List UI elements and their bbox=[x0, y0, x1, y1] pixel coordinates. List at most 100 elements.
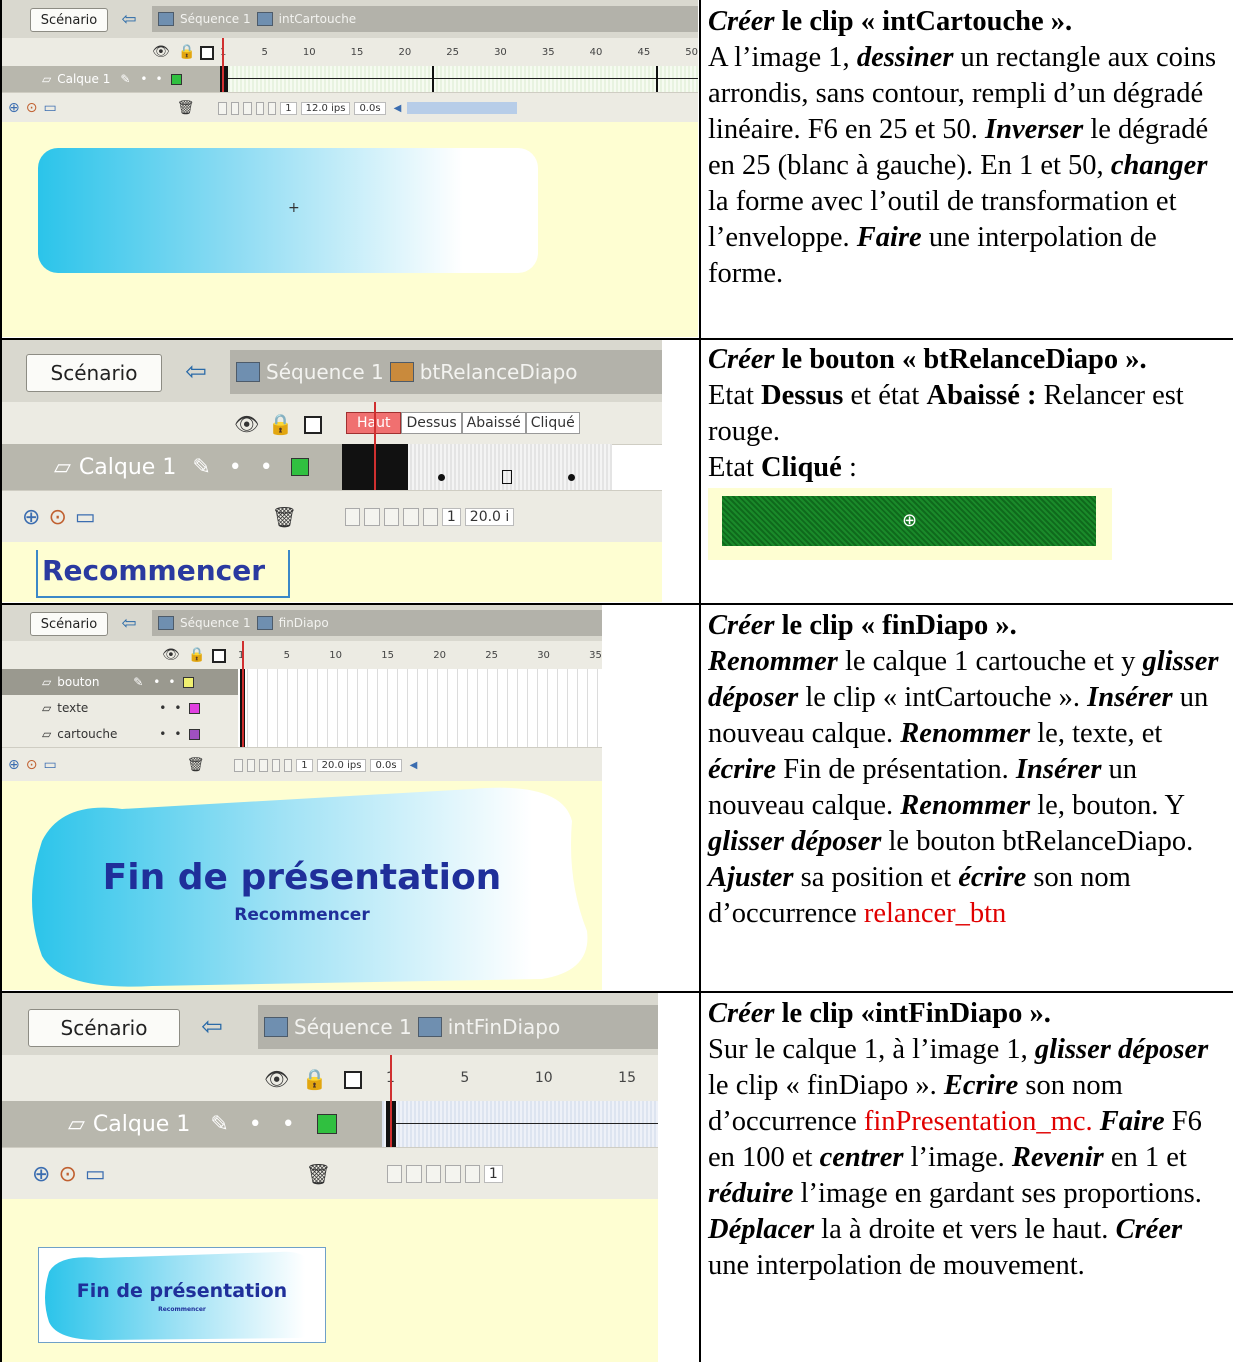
onion-outline-button[interactable] bbox=[383, 508, 400, 526]
onion-skin-button[interactable] bbox=[406, 1165, 422, 1183]
onion-skin-button[interactable] bbox=[246, 758, 256, 772]
add-guide-icon[interactable]: ⊙ bbox=[26, 100, 38, 116]
back-arrow-icon[interactable]: ⇦ bbox=[116, 8, 142, 30]
tween-arrow bbox=[228, 78, 698, 79]
instance-bounding-box[interactable]: Fin de présentation Recommencer bbox=[38, 1247, 326, 1343]
state-hit[interactable]: Cliqué bbox=[525, 412, 580, 434]
scroll-left-icon[interactable]: ◀ bbox=[394, 103, 402, 114]
scenario-button[interactable]: Scénario bbox=[30, 8, 108, 32]
add-guide-icon[interactable]: ⊙ bbox=[58, 1162, 76, 1187]
scroll-left-icon[interactable]: ◀ bbox=[410, 760, 418, 771]
frame-number: 15 bbox=[618, 1070, 636, 1086]
onion-outline-button[interactable] bbox=[243, 101, 252, 115]
trash-icon[interactable]: 🗑 bbox=[177, 100, 195, 116]
frame-ruler[interactable]: 1 5 10 15 20 25 30 35 40 45 50 bbox=[220, 42, 698, 62]
row1-instructions: Créer le clip « intCartouche ». A l’imag… bbox=[708, 4, 1228, 292]
onion-markers-button[interactable] bbox=[267, 101, 277, 115]
onion-skin-button[interactable] bbox=[230, 101, 240, 115]
breadcrumb-scene[interactable]: Séquence 1 bbox=[180, 616, 251, 630]
state-over[interactable]: Dessus bbox=[401, 412, 462, 434]
add-folder-icon[interactable]: ▭ bbox=[75, 505, 96, 530]
outline-icon[interactable] bbox=[200, 46, 214, 60]
outline-icon[interactable] bbox=[304, 416, 322, 434]
edit-multiple-button[interactable] bbox=[271, 758, 280, 772]
trash-icon[interactable]: 🗑 bbox=[272, 505, 297, 529]
eye-icon[interactable]: 👁 bbox=[264, 1067, 289, 1091]
frame-ruler[interactable]: 1 5 10 15 20 25 30 35 bbox=[238, 645, 602, 665]
breadcrumb-symbol[interactable]: intCartouche bbox=[279, 12, 357, 26]
lock-icon[interactable]: 🔒 bbox=[178, 44, 195, 60]
frame-track[interactable] bbox=[238, 669, 602, 747]
lock-icon[interactable]: 🔒 bbox=[188, 647, 205, 663]
scenario-button[interactable]: Scénario bbox=[30, 612, 108, 636]
eye-icon[interactable]: 👁 bbox=[162, 647, 180, 663]
add-folder-icon[interactable]: ▭ bbox=[43, 100, 56, 116]
lock-icon[interactable]: 🔒 bbox=[268, 412, 293, 436]
center-frame-button[interactable] bbox=[218, 101, 227, 115]
layer-row-calque1[interactable]: ▱ Calque 1 ✎ • • bbox=[2, 66, 220, 92]
back-arrow-icon[interactable]: ⇦ bbox=[174, 354, 218, 390]
center-frame-button[interactable] bbox=[234, 758, 243, 772]
lock-icon[interactable]: 🔒 bbox=[302, 1067, 327, 1091]
add-guide-icon[interactable]: ⊙ bbox=[26, 757, 38, 773]
add-folder-icon[interactable]: ▭ bbox=[85, 1162, 106, 1187]
onion-markers-button[interactable] bbox=[422, 508, 438, 526]
stage-button-text[interactable]: Recommencer bbox=[2, 905, 602, 925]
text: le, bouton. Y bbox=[1030, 790, 1184, 821]
current-frame: 1 bbox=[483, 1165, 503, 1183]
timeline-controls: ⊕ ⊙ ▭ 🗑 1 20.0 i bbox=[2, 490, 662, 543]
edit-multiple-button[interactable] bbox=[403, 508, 419, 526]
trash-icon[interactable]: 🗑 bbox=[187, 757, 205, 773]
frame-track[interactable] bbox=[382, 1101, 658, 1147]
edit-multiple-button[interactable] bbox=[445, 1165, 461, 1183]
add-guide-icon[interactable]: ⊙ bbox=[48, 505, 66, 530]
mini-stage-title: Fin de présentation bbox=[76, 1280, 288, 1302]
breadcrumb-scene[interactable]: Séquence 1 bbox=[266, 360, 384, 384]
onion-skin-button[interactable] bbox=[364, 508, 380, 526]
breadcrumb-symbol[interactable]: intFinDiapo bbox=[448, 1015, 561, 1039]
edit-multiple-button[interactable] bbox=[255, 101, 264, 115]
onion-markers-button[interactable] bbox=[283, 758, 293, 772]
onion-outline-button[interactable] bbox=[425, 1165, 442, 1183]
scenario-button[interactable]: Scénario bbox=[28, 1009, 180, 1047]
onion-markers-button[interactable] bbox=[464, 1165, 480, 1183]
frame-track[interactable] bbox=[220, 66, 698, 92]
add-layer-icon[interactable]: ⊕ bbox=[32, 1162, 50, 1187]
back-arrow-icon[interactable]: ⇦ bbox=[190, 1009, 234, 1045]
add-folder-icon[interactable]: ▭ bbox=[43, 757, 56, 773]
outline-icon[interactable] bbox=[344, 1071, 362, 1089]
frame-track[interactable] bbox=[342, 444, 612, 490]
frame-ruler[interactable]: 1 5 10 15 bbox=[386, 1065, 636, 1091]
tween-arrow bbox=[396, 1123, 658, 1124]
add-layer-icon[interactable]: ⊕ bbox=[8, 100, 20, 116]
registration-point-icon: + bbox=[288, 200, 300, 216]
lock-dot: • bbox=[168, 675, 176, 689]
scenario-button[interactable]: Scénario bbox=[26, 354, 162, 392]
onion-outline-button[interactable] bbox=[259, 758, 268, 772]
outline-icon[interactable] bbox=[212, 649, 226, 663]
stage-button-text[interactable]: Recommencer bbox=[42, 554, 265, 587]
breadcrumb-scene[interactable]: Séquence 1 bbox=[180, 12, 251, 26]
eye-icon[interactable]: 👁 bbox=[152, 44, 170, 60]
horizontal-scrollbar[interactable] bbox=[407, 102, 518, 114]
layer-row-calque1[interactable]: ▱ Calque 1 ✎ • • bbox=[2, 1101, 382, 1147]
layer-row-cartouche[interactable]: ▱ cartouche • • bbox=[2, 721, 238, 747]
layer-row-calque1[interactable]: ▱ Calque 1 ✎ • • bbox=[2, 444, 342, 490]
add-layer-icon[interactable]: ⊕ bbox=[22, 505, 40, 530]
text: la à droite et vers le haut. bbox=[814, 1214, 1116, 1245]
add-layer-icon[interactable]: ⊕ bbox=[8, 757, 20, 773]
eye-icon[interactable]: 👁 bbox=[234, 412, 259, 436]
breadcrumb-symbol[interactable]: finDiapo bbox=[279, 616, 329, 630]
center-frame-button[interactable] bbox=[387, 1165, 403, 1183]
breadcrumb-symbol[interactable]: btRelanceDiapo bbox=[420, 360, 578, 384]
state-down[interactable]: Abaissé bbox=[461, 412, 526, 434]
frame-number: 10 bbox=[534, 1070, 553, 1086]
movieclip-icon bbox=[256, 12, 273, 26]
trash-icon[interactable]: 🗑 bbox=[306, 1162, 331, 1186]
back-arrow-icon[interactable]: ⇦ bbox=[116, 612, 142, 634]
layer-row-texte[interactable]: ▱ texte • • bbox=[2, 695, 238, 721]
layer-row-bouton[interactable]: ▱ bouton ✎ • • bbox=[2, 669, 238, 695]
breadcrumb-scene[interactable]: Séquence 1 bbox=[294, 1015, 412, 1039]
row3-screenshot: Scénario ⇦ Séquence 1 finDiapo 👁 🔒 1 5 1… bbox=[2, 605, 698, 990]
center-frame-button[interactable] bbox=[345, 508, 361, 526]
